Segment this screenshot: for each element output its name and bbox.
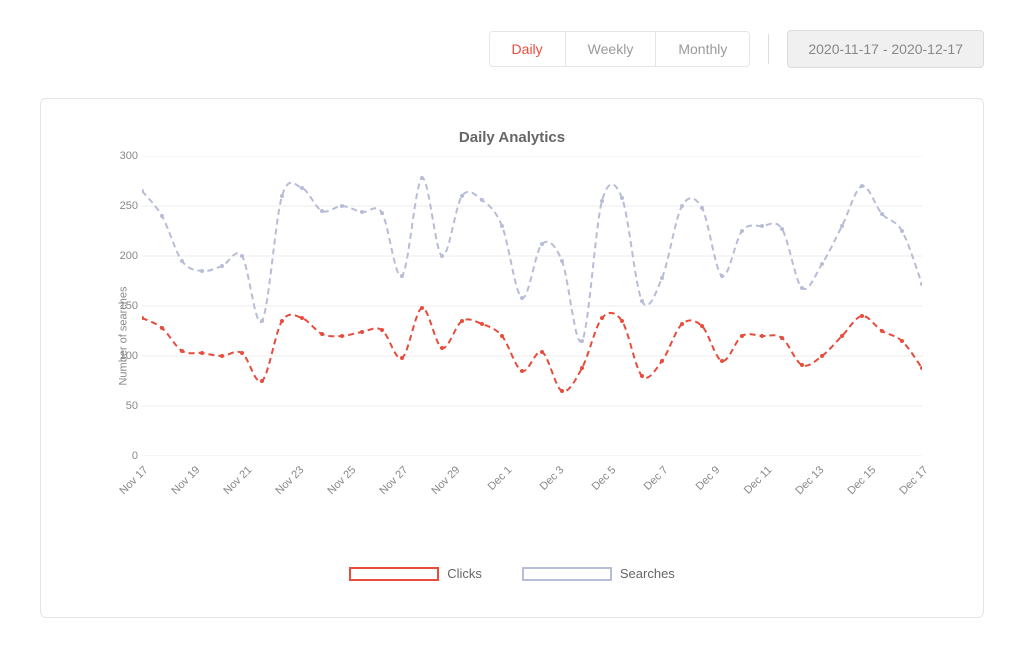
y-tick: 0 — [132, 450, 138, 462]
line-chart — [142, 156, 922, 456]
toolbar: Daily Weekly Monthly 2020-11-17 - 2020-1… — [0, 0, 1024, 88]
x-tick: Nov 25 — [325, 464, 358, 497]
series-clicks — [142, 308, 922, 391]
x-tick: Dec 13 — [793, 464, 826, 497]
y-tick: 100 — [120, 350, 138, 362]
tab-daily[interactable]: Daily — [490, 32, 566, 66]
x-tick: Nov 23 — [273, 464, 306, 497]
x-tick: Dec 1 — [486, 464, 515, 493]
legend-clicks: Clicks — [349, 566, 482, 581]
x-tick: Nov 17 — [117, 464, 150, 497]
legend-label-searches: Searches — [620, 566, 675, 581]
toolbar-divider — [768, 34, 769, 64]
legend-label-clicks: Clicks — [447, 566, 482, 581]
series-searches — [142, 178, 922, 342]
period-tabs: Daily Weekly Monthly — [489, 31, 751, 67]
date-range-picker[interactable]: 2020-11-17 - 2020-12-17 — [787, 30, 984, 68]
chart-card: Daily Analytics Number of searches 05010… — [40, 98, 984, 618]
x-tick: Dec 9 — [694, 464, 723, 493]
y-tick: 250 — [120, 200, 138, 212]
y-tick: 50 — [126, 400, 138, 412]
tab-monthly[interactable]: Monthly — [656, 32, 749, 66]
x-tick: Dec 5 — [590, 464, 619, 493]
x-tick: Nov 19 — [169, 464, 202, 497]
y-tick: 150 — [120, 300, 138, 312]
y-tick: 200 — [120, 250, 138, 262]
x-tick: Nov 27 — [377, 464, 410, 497]
x-tick: Dec 3 — [538, 464, 567, 493]
x-tick: Nov 21 — [221, 464, 254, 497]
tab-weekly[interactable]: Weekly — [566, 32, 657, 66]
legend-swatch-searches — [522, 567, 612, 581]
y-tick: 300 — [120, 150, 138, 162]
legend: Clicks Searches — [71, 566, 953, 581]
x-tick: Dec 17 — [897, 464, 930, 497]
chart-area: Number of searches 050100150200250300 No… — [102, 156, 922, 516]
chart-title: Daily Analytics — [71, 129, 953, 146]
legend-searches: Searches — [522, 566, 675, 581]
x-tick: Dec 7 — [642, 464, 671, 493]
x-tick: Nov 29 — [429, 464, 462, 497]
x-tick: Dec 15 — [845, 464, 878, 497]
legend-swatch-clicks — [349, 567, 439, 581]
x-tick: Dec 11 — [742, 464, 775, 497]
